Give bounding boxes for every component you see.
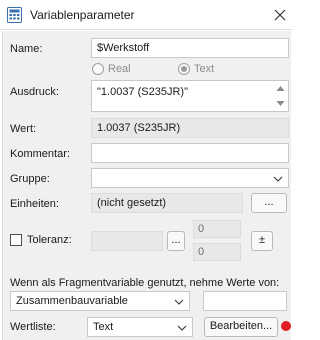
title-bar: Variablenparameter	[0, 0, 293, 30]
kommentar-field[interactable]	[91, 143, 289, 163]
radio-real[interactable]	[92, 63, 104, 75]
ausdruck-value: "1.0037 (S235JR)"	[97, 86, 188, 98]
gruppe-label: Gruppe:	[10, 173, 50, 185]
close-icon[interactable]	[270, 5, 290, 25]
chevron-down-icon	[174, 299, 184, 305]
toleranz-value-box	[91, 231, 163, 251]
wert-label: Wert:	[10, 123, 37, 135]
parameter-panel: Name: $Werkstoff Real Text Ausdruck: "1.…	[2, 31, 291, 340]
toleranz-lower-value: 0	[198, 246, 205, 258]
wert-box: 1.0037 (S235JR)	[91, 118, 289, 138]
status-indicator-dot	[281, 321, 291, 331]
chevron-down-icon	[177, 325, 187, 331]
calculator-icon	[7, 7, 22, 23]
fragment-value-field[interactable]	[203, 291, 287, 311]
kommentar-label: Kommentar:	[10, 148, 70, 160]
einheiten-browse-button[interactable]: ...	[251, 193, 287, 213]
einheiten-box: (nicht gesetzt)	[91, 193, 243, 213]
fragment-source-dropdown[interactable]: Zusammenbauvariable	[10, 291, 190, 311]
ausdruck-label: Ausdruck:	[10, 86, 59, 98]
toleranz-upper-box: 0	[193, 220, 241, 238]
window-title: Variablenparameter	[30, 8, 135, 22]
einheiten-value: (nicht gesetzt)	[97, 197, 167, 209]
radio-selected-dot	[181, 66, 187, 72]
name-label: Name:	[10, 43, 43, 55]
wertliste-type-dropdown[interactable]: Text	[87, 317, 193, 337]
fragment-source-value: Zusammenbauvariable	[16, 295, 128, 307]
toleranz-label: Toleranz:	[27, 234, 72, 246]
einheiten-label: Einheiten:	[10, 198, 59, 210]
chevron-down-icon	[273, 176, 283, 182]
wertliste-type-value: Text	[93, 321, 114, 333]
radio-real-label: Real	[108, 63, 131, 75]
wert-value: 1.0037 (S235JR)	[97, 122, 181, 134]
scroll-arrows-icon[interactable]	[276, 85, 285, 107]
toleranz-lower-box: 0	[193, 243, 241, 261]
fragment-info-text: Wenn als Fragmentvariable genutzt, nehme…	[10, 277, 280, 289]
name-value: $Werkstoff	[97, 42, 150, 54]
gruppe-dropdown[interactable]	[91, 168, 289, 188]
toleranz-checkbox[interactable]	[10, 234, 22, 246]
toleranz-browse-button[interactable]: ...	[167, 231, 185, 251]
plus-minus-button[interactable]: ±	[251, 231, 273, 251]
radio-text[interactable]	[178, 63, 190, 75]
name-field[interactable]: $Werkstoff	[91, 38, 289, 58]
ausdruck-field[interactable]: "1.0037 (S235JR)"	[91, 80, 289, 112]
bearbeiten-button[interactable]: Bearbeiten...	[204, 317, 278, 337]
radio-text-label: Text	[194, 63, 215, 75]
toleranz-upper-value: 0	[198, 223, 205, 235]
wertliste-label: Wertliste:	[10, 321, 56, 333]
